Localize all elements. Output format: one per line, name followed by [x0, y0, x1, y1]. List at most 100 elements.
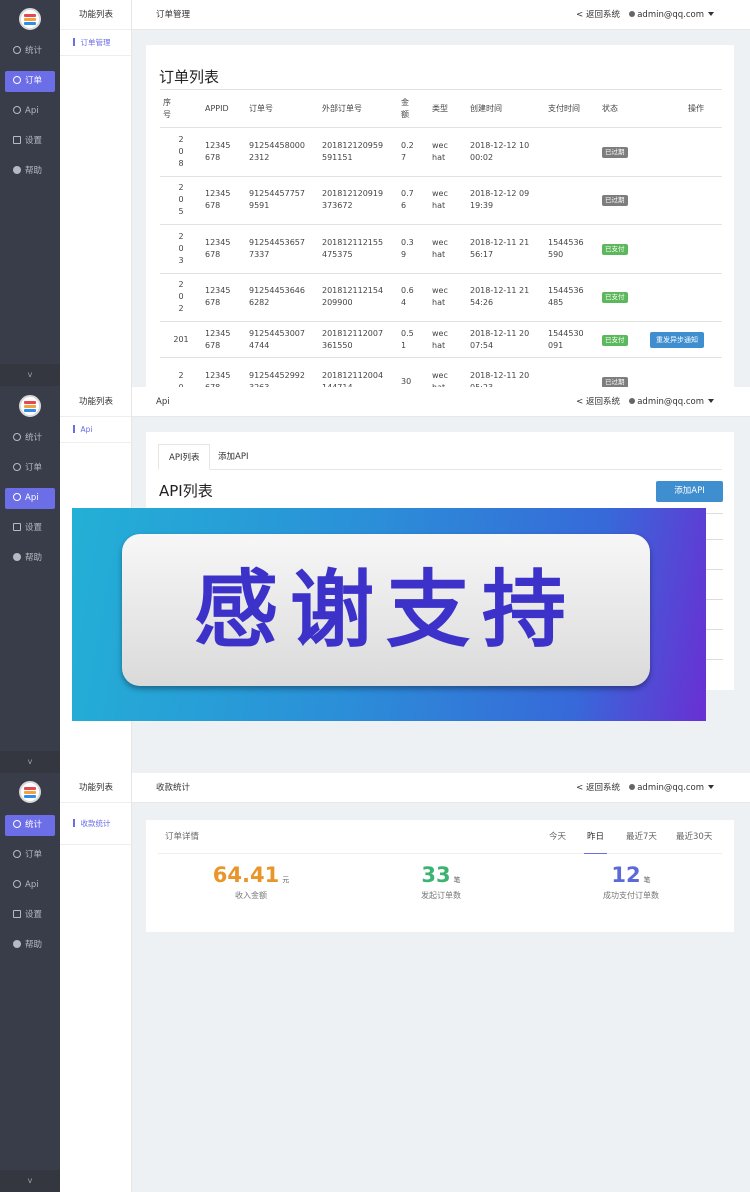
- collapse-toggle[interactable]: v: [0, 751, 60, 773]
- table-row: 2 012345 67891254452992 3263201812112004…: [160, 357, 722, 387]
- status-badge: 已支付: [602, 243, 628, 255]
- cell-type: wec hat: [429, 224, 467, 273]
- sidebar-item-settings[interactable]: 设置: [5, 905, 55, 926]
- cell-paid-time: [545, 127, 599, 176]
- cell-seq: 2 0 5: [160, 175, 202, 225]
- sub-item-payment-stats[interactable]: 收款统计: [60, 803, 131, 845]
- status-badge: 已支付: [602, 334, 628, 346]
- sidebar-item-api[interactable]: Api: [5, 488, 55, 509]
- back-to-system-link[interactable]: < 返回系统: [576, 0, 620, 30]
- sidebar-item-settings[interactable]: 设置: [5, 518, 55, 539]
- add-api-button[interactable]: 添加API: [656, 481, 723, 502]
- sidebar-item-orders[interactable]: 订单: [5, 71, 55, 92]
- stat-label: 发起订单数: [421, 891, 461, 900]
- dashboard-icon: [13, 76, 21, 84]
- dashboard-icon: [13, 850, 21, 858]
- list-icon: [13, 910, 21, 918]
- column-header: 金额: [398, 89, 429, 128]
- user-menu[interactable]: admin@qq.com: [629, 0, 714, 30]
- thanks-banner: 感谢支持: [72, 508, 706, 721]
- help-icon: [13, 940, 21, 948]
- back-to-system-link[interactable]: < 返回系统: [576, 387, 620, 417]
- user-icon: [629, 784, 636, 790]
- api-tabs: API列表 添加API: [158, 444, 722, 470]
- sidebar-item-stats[interactable]: 统计: [5, 815, 55, 836]
- collapse-toggle[interactable]: v: [0, 364, 60, 386]
- table-row: 2 0 2 12345 678 91254453646 6282 2018121121…: [160, 272, 722, 322]
- cell-type: wec hat: [429, 272, 467, 322]
- dashboard-icon: [13, 46, 21, 54]
- sidebar-item-orders[interactable]: 订单: [5, 845, 55, 866]
- range-yesterday[interactable]: 昨日: [584, 820, 608, 854]
- thanks-banner-text: 感谢支持: [193, 561, 578, 659]
- column-header: 创建时间: [467, 89, 545, 128]
- cell-created-time: 2018-12-12 09 19:39: [467, 175, 545, 225]
- user-menu[interactable]: admin@qq.com: [629, 387, 714, 417]
- sidebar-item-api[interactable]: Api: [5, 875, 55, 896]
- tab-api-list[interactable]: API列表: [158, 444, 211, 470]
- cell-created-time: 2018-12-12 10 00:02: [467, 127, 545, 176]
- cell-appid: 12345 678: [202, 272, 246, 322]
- app-logo: [19, 395, 41, 417]
- dashboard-icon: [13, 820, 21, 828]
- dashboard-icon: [13, 880, 21, 888]
- cell-paid-time: 1544530 091: [545, 321, 599, 358]
- api-screen: 统计 订单 Api 设置 帮助 v 功能列表 Api Api < 返回系统 ad…: [0, 387, 750, 773]
- back-to-system-link[interactable]: < 返回系统: [576, 773, 620, 803]
- sidebar-item-orders[interactable]: 订单: [5, 458, 55, 479]
- caret-down-icon: [708, 12, 714, 16]
- sidebar-item-stats[interactable]: 统计: [5, 41, 55, 62]
- sidebar-item-stats[interactable]: 统计: [5, 428, 55, 449]
- tab-add-api[interactable]: 添加API: [218, 444, 248, 470]
- app-logo: [19, 8, 41, 30]
- column-header: APPID: [202, 89, 246, 128]
- caret-down-icon: [708, 399, 714, 403]
- user-menu[interactable]: admin@qq.com: [629, 773, 714, 803]
- range-today[interactable]: 今天: [549, 820, 566, 854]
- sidebar-item-api[interactable]: Api: [5, 101, 55, 122]
- sub-sidebar: 功能列表 收款统计: [60, 773, 132, 1192]
- app-logo: [19, 781, 41, 803]
- cell-action: [647, 357, 722, 387]
- cell-status: 已支付: [599, 224, 647, 273]
- cell-amount: 30: [398, 357, 429, 387]
- stat-label: 成功支付订单数: [603, 891, 659, 900]
- stat-value: 33: [421, 863, 451, 887]
- cell-action: 重发异步通知: [647, 321, 722, 358]
- list-icon: [13, 523, 21, 531]
- dashboard-icon: [13, 106, 21, 114]
- cell-seq: 2 0: [160, 357, 202, 387]
- stat-orders-created: 33 笔 发起订单数: [341, 863, 541, 901]
- cell-status: 已过期: [599, 357, 647, 387]
- help-icon: [13, 553, 21, 561]
- sub-item-api[interactable]: Api: [60, 417, 131, 443]
- cell-type: wec hat: [429, 321, 467, 358]
- breadcrumb: Api: [156, 397, 170, 407]
- cell-appid: 12345 678: [202, 175, 246, 225]
- cell-order-no: 91254452992 3263: [246, 357, 319, 387]
- column-header: 类型: [429, 89, 467, 128]
- cell-type: wec hat: [429, 127, 467, 176]
- cell-amount: 0.3 9: [398, 224, 429, 273]
- sidebar-item-settings[interactable]: 设置: [5, 131, 55, 152]
- cell-amount: 0.2 7: [398, 127, 429, 176]
- dashboard-icon: [13, 463, 21, 471]
- orders-screen: 统计 订单 Api 设置 帮助 v 功能列表 订单管理 订单管理 < 返回系统 …: [0, 0, 750, 387]
- cell-external-order-no: 201812120919 373672: [319, 175, 398, 225]
- cell-amount: 0.5 1: [398, 321, 429, 358]
- collapse-toggle[interactable]: v: [0, 1170, 60, 1192]
- resend-notify-button[interactable]: 重发异步通知: [650, 331, 704, 348]
- cell-type: wec hat: [429, 175, 467, 225]
- sidebar-item-help[interactable]: 帮助: [5, 548, 55, 569]
- top-bar: 收款统计 < 返回系统 admin@qq.com: [132, 773, 750, 803]
- sidebar-item-help[interactable]: 帮助: [5, 161, 55, 182]
- sidebar-item-help[interactable]: 帮助: [5, 935, 55, 956]
- range-last-7-days[interactable]: 最近7天: [626, 820, 657, 854]
- range-last-30-days[interactable]: 最近30天: [676, 820, 712, 854]
- sub-item-order-management[interactable]: 订单管理: [60, 30, 131, 56]
- cell-appid: 12345 678: [202, 127, 246, 176]
- stat-value: 64.41: [212, 863, 280, 887]
- top-bar: 订单管理 < 返回系统 admin@qq.com: [132, 0, 750, 30]
- dashboard-icon: [13, 493, 21, 501]
- cell-status: 已过期: [599, 127, 647, 176]
